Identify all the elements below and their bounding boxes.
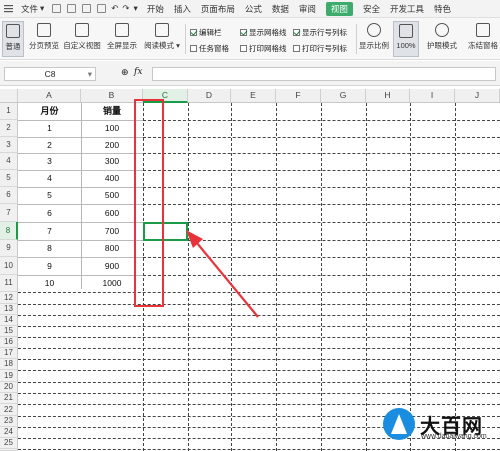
normal-view-label: 普通	[5, 42, 21, 51]
chevron-down-icon[interactable]: ▾	[40, 3, 44, 14]
watermark-url: www.dabaiwang.com	[421, 433, 487, 440]
zoom-icon[interactable]: ⊕	[121, 67, 129, 78]
eye-icon	[435, 23, 449, 37]
eye-mode-label: 护眼模式	[427, 41, 457, 50]
name-box-value: C8	[44, 69, 56, 79]
checkbox-checked-icon	[240, 29, 247, 36]
ribbon-separator	[185, 24, 186, 54]
freeze-panes-button[interactable]: 冻结窗格	[466, 21, 500, 57]
tab-insert[interactable]: 插入	[174, 3, 191, 15]
page-break-preview-button[interactable]: 分页预览	[27, 21, 61, 57]
tab-review[interactable]: 审阅	[299, 3, 316, 15]
edit-bar-label: 编辑栏	[199, 28, 222, 37]
checkbox-icon	[293, 45, 300, 52]
tab-security[interactable]: 安全	[363, 3, 380, 15]
tab-formulas[interactable]: 公式	[245, 3, 262, 15]
magnifier-icon	[367, 23, 381, 37]
tab-developer[interactable]: 开发工具	[390, 3, 424, 15]
print-headers-checkbox[interactable]: 打印行号列标	[293, 43, 347, 54]
ribbon-separator	[356, 24, 357, 54]
checkbox-checked-icon	[190, 29, 197, 36]
file-menu[interactable]: 文件	[21, 3, 38, 15]
watermark-logo-icon	[383, 408, 415, 440]
reading-mode-label: 阅读模式 ▾	[144, 41, 180, 50]
tab-data[interactable]: 数据	[272, 3, 289, 15]
reading-mode-icon	[155, 23, 169, 37]
show-gridlines-checkbox[interactable]: 显示网格线	[240, 27, 287, 38]
ribbon: 普通 分页预览 自定义视图 全屏显示 阅读模式 ▾ 编辑栏 任务窗格 显示网格线…	[0, 18, 500, 60]
task-pane-checkbox[interactable]: 任务窗格	[190, 43, 229, 54]
custom-view-icon	[75, 23, 89, 37]
checkbox-icon	[190, 45, 197, 52]
save-icon[interactable]	[52, 4, 62, 13]
show-headers-label: 显示行号列标	[302, 28, 347, 37]
fx-icon[interactable]: fx	[134, 67, 142, 77]
preview-icon[interactable]	[97, 4, 107, 13]
fullscreen-button[interactable]: 全屏显示	[105, 21, 139, 57]
freeze-icon	[476, 23, 490, 37]
redo-icon[interactable]: ↷	[122, 3, 129, 14]
spreadsheet-grid: A B C D E F G H I J 1 2 3 4 5 6 7 8 9 10…	[0, 89, 500, 451]
annotation-arrow-icon	[186, 230, 259, 318]
zoom-label: 显示比例	[359, 41, 389, 50]
zoom-button[interactable]: 显示比例	[358, 21, 390, 57]
name-box[interactable]: C8 ▾	[4, 67, 96, 81]
chevron-down-icon[interactable]: ▾	[88, 68, 92, 80]
watermark: 大百网 www.dabaiwang.com	[383, 408, 487, 440]
checkbox-icon	[240, 45, 247, 52]
show-headers-checkbox[interactable]: 显示行号列标	[293, 27, 347, 38]
custom-view-label: 自定义视图	[63, 41, 101, 50]
export-icon[interactable]	[67, 4, 77, 13]
page-break-label: 分页预览	[29, 41, 59, 50]
page-break-icon	[37, 23, 51, 37]
menu-bar: 文件 ▾ ↶ ↷ ▾ 开始 插入 页面布局 公式 数据 审阅 视图 安全 开发工…	[0, 0, 500, 18]
print-gridlines-checkbox[interactable]: 打印网格线	[240, 43, 287, 54]
menu-icon[interactable]	[4, 4, 13, 13]
fullscreen-icon	[115, 23, 129, 37]
normal-view-button[interactable]: 普通	[2, 21, 24, 57]
show-gridlines-label: 显示网格线	[249, 28, 287, 37]
zoom-100-button[interactable]: 100%	[393, 21, 419, 57]
edit-bar-checkbox[interactable]: 编辑栏	[190, 27, 222, 38]
freeze-label: 冻结窗格	[468, 41, 498, 50]
checkbox-checked-icon	[293, 29, 300, 36]
print-headers-label: 打印行号列标	[302, 44, 347, 53]
zoom-100-icon	[399, 24, 413, 38]
print-gridlines-label: 打印网格线	[249, 44, 287, 53]
fullscreen-label: 全屏显示	[107, 41, 137, 50]
tab-home[interactable]: 开始	[147, 3, 164, 15]
print-icon[interactable]	[82, 4, 92, 13]
eye-protection-button[interactable]: 护眼模式	[424, 21, 460, 57]
task-pane-label: 任务窗格	[199, 44, 229, 53]
tab-features[interactable]: 特色	[434, 3, 451, 15]
grid-icon	[6, 24, 20, 38]
tab-page-layout[interactable]: 页面布局	[201, 3, 235, 15]
formula-bar: C8 ▾ ⊕ fx	[0, 61, 500, 86]
chevron-down-icon[interactable]: ▾	[134, 3, 138, 14]
reading-mode-button[interactable]: 阅读模式 ▾	[143, 21, 181, 57]
undo-icon[interactable]: ↶	[111, 3, 118, 14]
zoom-100-label: 100%	[396, 41, 416, 50]
formula-input[interactable]	[152, 67, 496, 81]
tab-view[interactable]: 视图	[325, 1, 353, 16]
custom-view-button[interactable]: 自定义视图	[63, 21, 101, 57]
